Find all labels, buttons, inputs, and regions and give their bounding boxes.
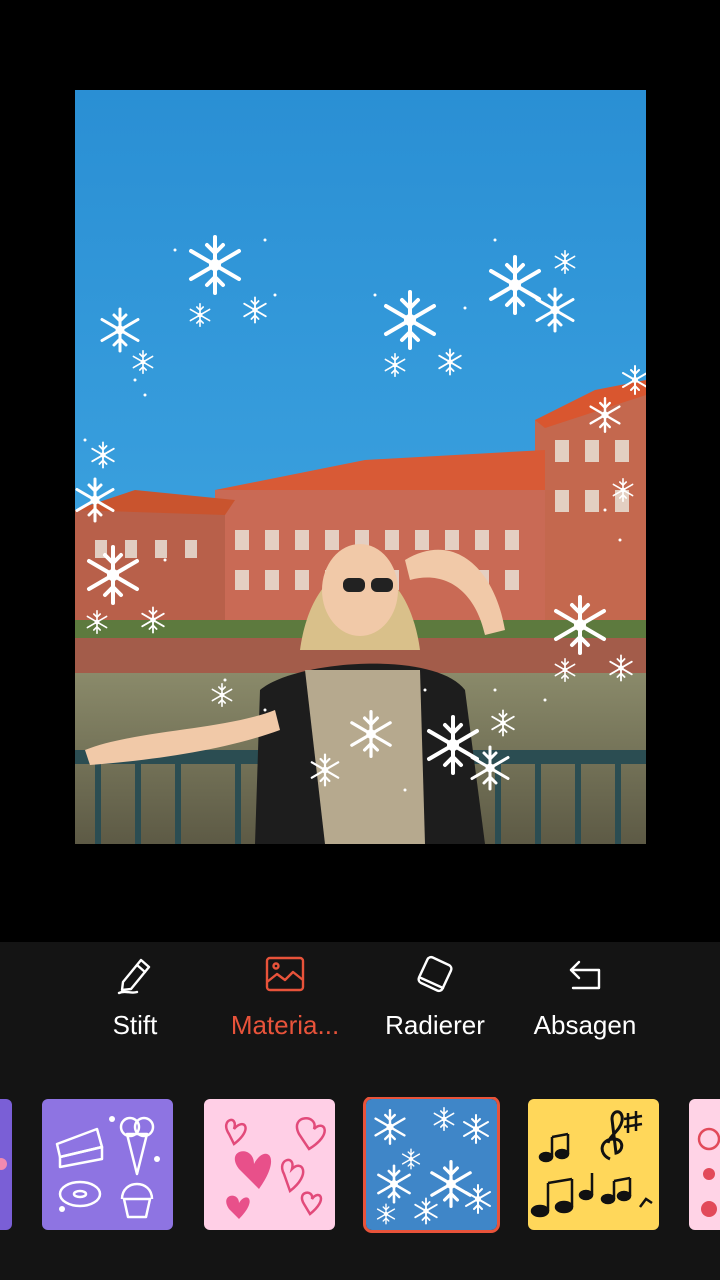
material-hearts[interactable] [204, 1099, 335, 1230]
tool-pen-button[interactable]: Stift [60, 952, 210, 1052]
tool-eraser-label: Radierer [385, 1010, 485, 1040]
tool-material-label: Materia... [230, 1010, 340, 1040]
tool-undo-label: Absagen [533, 1010, 637, 1040]
tool-material-button[interactable]: Materia... [210, 952, 360, 1052]
tool-undo-button[interactable]: Absagen [510, 952, 660, 1052]
tool-eraser-button[interactable]: Radierer [360, 952, 510, 1052]
photo-canvas[interactable] [75, 90, 646, 844]
pen-icon [117, 958, 151, 995]
image-icon [265, 956, 305, 992]
undo-icon [569, 960, 601, 990]
material-sweets[interactable] [42, 1099, 173, 1230]
editor-toolbar: Stift Materia... Radierer Absagen [0, 942, 720, 1280]
material-partial-pink[interactable] [689, 1099, 720, 1230]
canvas-area [0, 0, 720, 942]
material-music-notes[interactable] [528, 1099, 659, 1230]
material-snowflakes[interactable] [363, 1097, 500, 1233]
material-partial-purple[interactable] [0, 1099, 12, 1230]
eraser-icon [417, 955, 453, 993]
tool-pen-label: Stift [112, 1010, 158, 1040]
material-strip[interactable] [0, 1097, 720, 1233]
